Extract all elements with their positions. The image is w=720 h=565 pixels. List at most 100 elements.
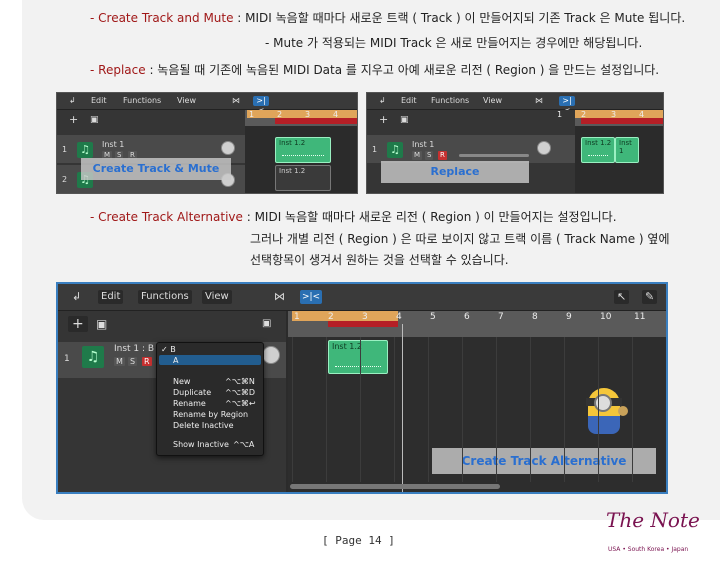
mute-button[interactable]: M xyxy=(114,357,125,366)
grid-line xyxy=(462,337,463,482)
menu-item-rename[interactable]: Rename xyxy=(173,399,206,408)
add-track-icon[interactable]: + xyxy=(69,114,78,125)
line-mute-note: - Mute 가 적용되는 MIDI Track 은 새로 만들어지는 경우에만… xyxy=(265,34,642,51)
grid-line xyxy=(360,337,361,482)
ruler-number: 7 xyxy=(498,312,504,322)
region-label: Inst 1.2 xyxy=(279,167,306,175)
ruler-number: 6 xyxy=(464,312,470,322)
toolbar: ↲ Edit Functions View ⋈ >|< xyxy=(367,93,663,115)
midi-in-icon[interactable]: ⋈ xyxy=(535,96,543,106)
menu-shortcut-show-inactive: ^⌥A xyxy=(233,440,255,449)
screenshot-create-track-alternative: ↲ Edit Functions View ⋈ >|< ↖ ✎ + ▣ ▣ 1 … xyxy=(56,282,668,494)
cycle-range[interactable] xyxy=(247,110,357,118)
line-alternative-note1: 그러나 개별 리전 ( Region ) 은 따로 보이지 않고 트랙 이름 (… xyxy=(250,230,669,247)
region-label: Inst 1.2 xyxy=(332,342,362,351)
region-label: Inst 1.2 xyxy=(279,139,306,147)
duplicate-track-icon[interactable]: ▣ xyxy=(400,115,409,125)
volume-slider[interactable] xyxy=(459,154,529,157)
midi-in-icon[interactable]: ⋈ xyxy=(274,290,285,304)
midi-in-icon[interactable]: ⋈ xyxy=(232,96,240,106)
snap-button[interactable]: >|< xyxy=(300,290,322,304)
mascot-illustration xyxy=(582,384,628,442)
view-menu[interactable]: View xyxy=(202,290,232,304)
view-menu[interactable]: View xyxy=(483,96,502,106)
catch-icon[interactable]: ↲ xyxy=(379,96,386,106)
functions-menu[interactable]: Functions xyxy=(123,96,161,106)
grid-line xyxy=(598,337,599,482)
region-label: Inst 1.2 xyxy=(585,139,612,147)
ruler-number: 2 xyxy=(581,110,587,119)
solo-button[interactable]: S xyxy=(128,357,138,366)
pan-knob[interactable] xyxy=(221,141,235,155)
toolbar: ↲ Edit Functions View ⋈ >|< xyxy=(57,93,357,115)
menu-item-a[interactable]: A xyxy=(173,356,178,365)
add-track-icon[interactable]: + xyxy=(379,114,388,125)
logo-subtitle: USA • South Korea • Japan xyxy=(608,546,689,553)
label-create-track-alternative: - Create Track Alternative xyxy=(90,210,243,224)
cycle-range[interactable] xyxy=(292,311,398,321)
midi-notes xyxy=(282,155,324,158)
pencil-tool-icon[interactable]: ✎ xyxy=(642,290,658,304)
midi-instrument-icon: ♫ xyxy=(387,142,403,158)
menu-item-delete-inactive[interactable]: Delete Inactive xyxy=(173,421,234,430)
mute-button[interactable]: M xyxy=(412,151,423,160)
grid-line xyxy=(530,337,531,482)
line-alternative-note2: 선택항목이 생겨서 원하는 것을 선택할 수 있습니다. xyxy=(250,251,509,268)
solo-button[interactable]: S xyxy=(425,151,434,160)
midi-region[interactable]: Inst 1.2 xyxy=(328,340,388,374)
functions-menu[interactable]: Functions xyxy=(431,96,469,106)
region-label: Inst 1 xyxy=(619,139,632,155)
midi-region[interactable]: Inst 1.2 xyxy=(275,137,331,163)
catch-playhead-icon[interactable]: ▣ xyxy=(262,316,271,332)
desc-create-track-alternative: : MIDI 녹음할 때마다 새로운 리전 ( Region ) 이 만들어지는… xyxy=(242,210,617,224)
snap-button[interactable]: >|< xyxy=(253,96,269,115)
overlay-caption: Create Track Alternative xyxy=(432,448,656,474)
cycle-range[interactable] xyxy=(575,110,663,118)
toolbar: ↲ Edit Functions View ⋈ >|< ↖ ✎ xyxy=(58,284,666,311)
logo-text: The Note xyxy=(606,508,700,532)
edit-menu[interactable]: Edit xyxy=(91,96,107,106)
playhead[interactable] xyxy=(402,324,403,492)
edit-menu[interactable]: Edit xyxy=(98,290,124,304)
edit-menu[interactable]: Edit xyxy=(401,96,417,106)
duplicate-track-icon[interactable]: ▣ xyxy=(90,115,99,125)
track-name[interactable]: Inst 1 xyxy=(102,140,124,149)
desc-mute-note: - Mute 가 적용되는 MIDI Track 은 새로 만들어지는 경우에만… xyxy=(265,36,643,50)
label-replace: - Replace xyxy=(90,63,146,77)
add-track-icon[interactable]: + xyxy=(68,316,88,332)
catch-icon[interactable]: ↲ xyxy=(69,96,76,106)
pointer-tool-icon[interactable]: ↖ xyxy=(614,290,630,304)
grid-line xyxy=(292,337,293,482)
view-menu[interactable]: View xyxy=(177,96,196,106)
midi-region[interactable]: Inst 1.2 xyxy=(581,137,615,163)
menu-item-rename-by-region[interactable]: Rename by Region xyxy=(173,410,248,419)
catch-icon[interactable]: ↲ xyxy=(72,290,81,304)
midi-region[interactable]: Inst 1 xyxy=(615,137,639,163)
pan-knob[interactable] xyxy=(537,141,551,155)
muted-midi-region[interactable]: Inst 1.2 xyxy=(275,165,331,191)
record-button[interactable]: R xyxy=(438,151,447,160)
label-create-track-mute: - Create Track and Mute xyxy=(90,11,234,25)
menu-item-show-inactive[interactable]: Show Inactive xyxy=(173,440,229,449)
track-number: 1 xyxy=(62,145,68,154)
menu-item-b[interactable]: ✓ B xyxy=(161,345,176,354)
grid-line xyxy=(326,337,327,482)
desc-alternative-note2: 선택항목이 생겨서 원하는 것을 선택할 수 있습니다. xyxy=(250,253,509,267)
ruler-number: 1 xyxy=(294,312,300,322)
screenshot-create-track-mute: ↲ Edit Functions View ⋈ >|< + ▣ 1 2 3 4 … xyxy=(56,92,358,194)
menu-shortcut-duplicate: ^⌥⌘D xyxy=(225,388,256,397)
duplicate-track-icon[interactable]: ▣ xyxy=(96,316,107,332)
functions-menu[interactable]: Functions xyxy=(138,290,192,304)
pan-knob[interactable] xyxy=(262,346,280,364)
record-button[interactable]: R xyxy=(142,357,152,366)
menu-item-duplicate[interactable]: Duplicate xyxy=(173,388,211,397)
ruler-number: 11 xyxy=(634,312,646,322)
grid-line xyxy=(564,337,565,482)
track-name-alternative[interactable]: Inst 1 : B xyxy=(114,344,154,354)
menu-item-new[interactable]: New xyxy=(173,377,190,386)
line-create-track-mute: - Create Track and Mute : MIDI 녹음할 때마다 새… xyxy=(90,9,685,26)
track-name[interactable]: Inst 1 xyxy=(412,140,434,149)
horizontal-scrollbar[interactable] xyxy=(290,484,500,489)
snap-button[interactable]: >|< xyxy=(559,96,575,115)
record-range xyxy=(581,118,663,124)
